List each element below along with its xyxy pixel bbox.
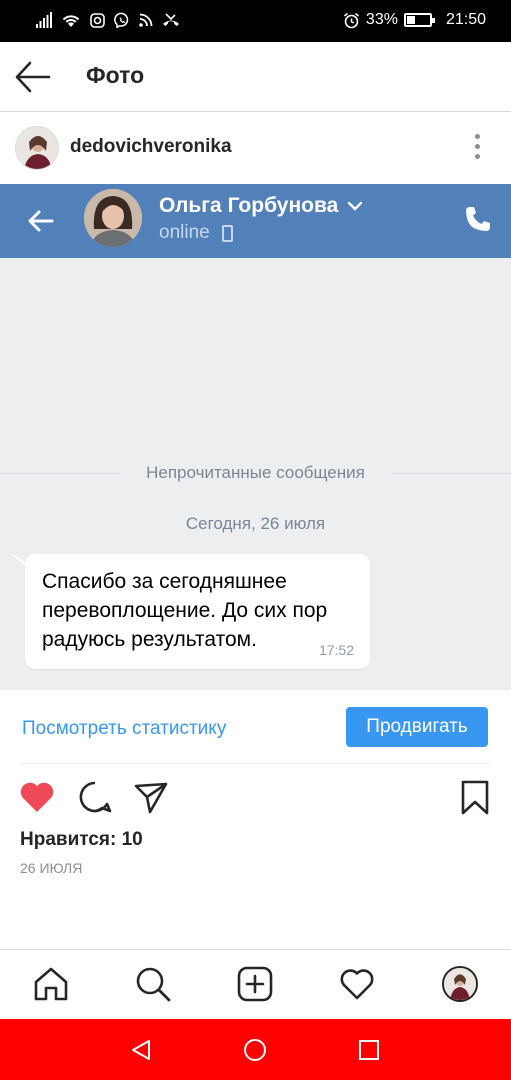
status-icons-left bbox=[36, 12, 180, 28]
status-bar: 33% 21:50 bbox=[0, 0, 511, 42]
activity-heart-icon[interactable] bbox=[339, 966, 375, 1002]
comment-icon[interactable] bbox=[76, 778, 114, 816]
app-header: Фото bbox=[0, 42, 511, 112]
vk-message-time: 17:52 bbox=[318, 642, 354, 658]
bookmark-icon[interactable] bbox=[456, 778, 494, 816]
view-insights-link[interactable]: Посмотреть статистику bbox=[22, 718, 226, 740]
new-post-icon[interactable] bbox=[237, 966, 273, 1002]
profile-avatar[interactable] bbox=[442, 966, 478, 1002]
home-circle-icon[interactable] bbox=[243, 1038, 267, 1062]
page-title: Фото bbox=[86, 62, 145, 88]
battery-icon bbox=[403, 13, 435, 27]
android-navigation-bar bbox=[0, 1019, 511, 1080]
more-vertical-icon[interactable] bbox=[468, 134, 486, 164]
mobile-device-icon bbox=[222, 225, 233, 242]
home-icon[interactable] bbox=[33, 966, 69, 1002]
vk-contact-status: online bbox=[159, 222, 210, 243]
signal-icon bbox=[36, 12, 52, 28]
instagram-notification-icon bbox=[90, 12, 105, 28]
post-author-row: dedovichveronika bbox=[0, 112, 511, 184]
battery-level bbox=[406, 16, 415, 24]
alarm-icon bbox=[343, 12, 359, 28]
clock: 21:50 bbox=[445, 11, 486, 28]
battery-percent: 33% bbox=[365, 11, 398, 28]
vk-unread-divider: Непрочитанные сообщения bbox=[0, 463, 511, 483]
vk-contact-name: Ольга Горбунова bbox=[159, 194, 339, 217]
viber-notification-icon bbox=[114, 12, 129, 28]
vk-unread-label: Непрочитанные сообщения bbox=[128, 463, 383, 482]
avatar[interactable] bbox=[15, 126, 59, 170]
arrow-left-icon[interactable] bbox=[14, 60, 52, 94]
bottom-navigation bbox=[0, 949, 511, 1019]
search-icon[interactable] bbox=[135, 966, 171, 1002]
back-triangle-icon[interactable] bbox=[129, 1038, 153, 1062]
vk-chat-header: Ольга Горбунова online bbox=[0, 184, 511, 258]
insights-row: Посмотреть статистику Продвигать bbox=[0, 690, 511, 764]
vk-message-bubble: Спасибо за сегодняшнее перевоплощение. Д… bbox=[25, 554, 370, 669]
vk-message-text: Спасибо за сегодняшнее перевоплощение. Д… bbox=[42, 570, 328, 651]
rss-icon bbox=[139, 13, 153, 27]
recents-square-icon[interactable] bbox=[357, 1038, 381, 1062]
post-username[interactable]: dedovichveronika bbox=[70, 136, 232, 158]
post-actions bbox=[0, 770, 511, 826]
missed-call-icon bbox=[163, 13, 179, 26]
post-image: Ольга Горбунова online Непрочитанные соо… bbox=[0, 184, 511, 690]
post-date: 26 ИЮЛЯ bbox=[20, 860, 83, 876]
heart-filled-icon[interactable] bbox=[18, 778, 56, 816]
phone-call-icon bbox=[466, 207, 490, 231]
wifi-icon bbox=[62, 15, 80, 27]
vk-contact-avatar bbox=[84, 189, 142, 247]
status-icons-right: 33% 21:50 bbox=[343, 11, 486, 29]
vk-back-arrow-icon bbox=[28, 210, 54, 232]
likes-count[interactable]: Нравится: 10 bbox=[20, 829, 143, 851]
vk-date-label: Сегодня, 26 июля bbox=[185, 514, 326, 533]
divider bbox=[20, 763, 491, 764]
share-icon[interactable] bbox=[132, 778, 170, 816]
chevron-down-icon bbox=[347, 201, 363, 211]
promote-button[interactable]: Продвигать bbox=[346, 707, 488, 747]
